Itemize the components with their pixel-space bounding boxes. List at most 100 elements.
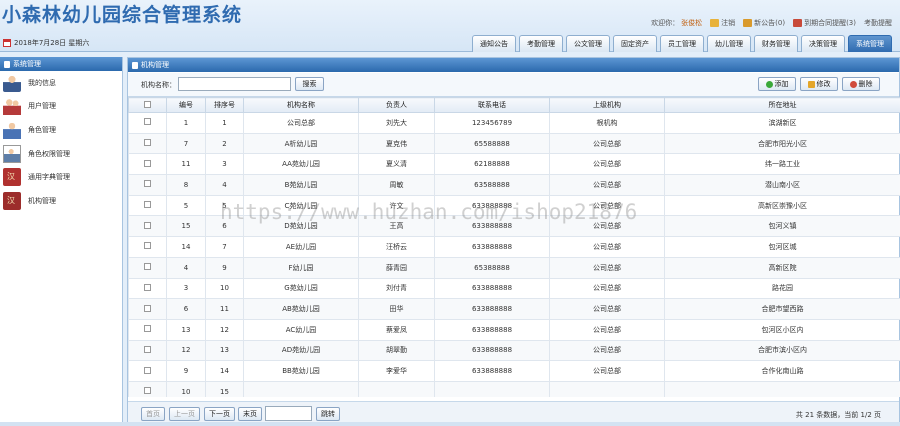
sidebar-item-1[interactable]: 用户管理: [0, 95, 122, 119]
row-select-cell[interactable]: [128, 112, 167, 134]
table-row[interactable]: 13 12 AC幼儿园 蔡爱凤 633888888 公司总部 包河区小区内: [128, 318, 900, 341]
first-page-button[interactable]: 首页: [141, 407, 165, 421]
table-cell: 高新区院: [664, 256, 900, 279]
column-header: 所在地址: [664, 97, 900, 113]
prev-page-button[interactable]: 上一页: [169, 407, 200, 421]
sidebar: 系统管理 我的信息用户管理角色管理角色权限管理通用字典管理机构管理: [0, 57, 123, 426]
sidebar-item-5[interactable]: 机构管理: [0, 189, 122, 213]
attendance-reminder-link[interactable]: 考勤提醒: [864, 18, 892, 28]
table-row[interactable]: 4 9 F幼儿园 薛青园 65388888 公司总部 高新区院: [128, 256, 900, 279]
row-select-cell[interactable]: [128, 256, 167, 279]
table-cell: AC幼儿园: [243, 318, 359, 341]
table-row[interactable]: 7 2 A析幼儿园 夏克伟 65588888 公司总部 合肥市阳光小区: [128, 132, 900, 155]
tab-3[interactable]: 固定资产: [613, 35, 657, 52]
table-row[interactable]: 5 5 C苑幼儿园 许文 633888888 公司总部 高新区崇豫小区: [128, 194, 900, 217]
sidebar-item-3[interactable]: 角色权限管理: [0, 142, 122, 166]
tab-7[interactable]: 决策管理: [801, 35, 845, 52]
row-select-cell[interactable]: [128, 318, 167, 341]
table-cell: 公司总部: [549, 194, 665, 217]
table-row[interactable]: 8 4 B苑幼儿园 周敏 63588888 公司总部 潜山南小区: [128, 174, 900, 196]
row-checkbox[interactable]: [144, 139, 151, 147]
row-checkbox[interactable]: [144, 201, 151, 209]
edit-icon: [807, 80, 815, 88]
tab-8[interactable]: 系统管理: [848, 35, 892, 52]
last-page-button[interactable]: 末页: [238, 407, 262, 421]
table-cell: 6: [205, 215, 244, 238]
sidebar-item-label: 我的信息: [28, 78, 56, 87]
row-select-cell[interactable]: [128, 339, 167, 362]
row-select-cell[interactable]: [128, 194, 167, 217]
tab-5[interactable]: 幼儿管理: [707, 35, 751, 52]
table-cell: 胡翠勤: [358, 339, 435, 362]
row-select-cell[interactable]: [128, 153, 167, 176]
notice-link[interactable]: 新公告(0): [743, 18, 785, 28]
column-header: 联系电话: [434, 97, 550, 113]
row-checkbox[interactable]: [144, 118, 151, 126]
table-row[interactable]: 15 6 D苑幼儿园 王高 633888888 公司总部 包河义镇: [128, 215, 900, 238]
search-button[interactable]: 搜索: [295, 77, 324, 91]
table-cell: 65588888: [434, 132, 550, 155]
tab-6[interactable]: 财务管理: [754, 35, 798, 52]
table-row[interactable]: 10 15: [128, 380, 900, 397]
table-header-row: 编号 排序号 机构名称 负责人 联系电话 上级机构 所在地址: [128, 97, 900, 113]
row-checkbox[interactable]: [144, 304, 151, 312]
row-checkbox[interactable]: [144, 325, 151, 333]
row-checkbox[interactable]: [144, 221, 151, 229]
next-page-button[interactable]: 下一页: [204, 407, 235, 421]
row-select-cell[interactable]: [128, 360, 167, 382]
table-cell: 2: [205, 132, 244, 155]
row-select-cell[interactable]: [128, 215, 167, 238]
row-select-cell[interactable]: [128, 236, 167, 258]
jump-button[interactable]: 跳转: [316, 407, 340, 421]
sidebar-item-4[interactable]: 通用字典管理: [0, 165, 122, 189]
tab-4[interactable]: 员工管理: [660, 35, 704, 52]
add-button[interactable]: 添加: [758, 77, 796, 91]
row-select-cell[interactable]: [128, 132, 167, 155]
tab-2[interactable]: 公文管理: [566, 35, 610, 52]
table-cell: 许文: [358, 194, 435, 217]
row-checkbox[interactable]: [144, 345, 151, 353]
user-bar: 欢迎你： 张俊松 注销 新公告(0) 到期合同提醒(3) 考勤提醒: [651, 18, 892, 28]
table-row[interactable]: 6 11 AB苑幼儿园 田华 633888888 公司总部 合肥市望西路: [128, 298, 900, 320]
table-row[interactable]: 11 3 AA苑幼儿园 夏义清 62188888 公司总部 纬一路工业: [128, 153, 900, 176]
sidebar-item-2[interactable]: 角色管理: [0, 118, 122, 142]
tab-1[interactable]: 考勤管理: [519, 35, 563, 52]
header: 小森林幼儿园综合管理系统 2018年7月28日 星期六 欢迎你： 张俊松 注销 …: [0, 0, 900, 52]
row-select-cell[interactable]: [128, 174, 167, 196]
tab-0[interactable]: 通知公告: [472, 35, 516, 52]
table-cell: 13: [166, 318, 206, 341]
row-checkbox[interactable]: [144, 242, 151, 250]
delete-button[interactable]: 删除: [842, 77, 880, 91]
row-checkbox[interactable]: [144, 263, 151, 271]
sidebar-item-0[interactable]: 我的信息: [0, 71, 122, 95]
row-checkbox[interactable]: [144, 180, 151, 188]
search-input[interactable]: [178, 77, 291, 91]
table-cell: 4: [166, 256, 206, 279]
row-checkbox[interactable]: [144, 283, 151, 291]
column-header: 上级机构: [549, 97, 665, 113]
row-checkbox[interactable]: [144, 387, 151, 395]
table-cell: F幼儿园: [243, 256, 359, 279]
table-row[interactable]: 14 7 AE幼儿园 汪桥云 633888888 公司总部 包河区城: [128, 236, 900, 258]
row-checkbox[interactable]: [144, 366, 151, 374]
row-select-cell[interactable]: [128, 380, 167, 397]
table-cell: 14: [205, 360, 244, 382]
logout-link[interactable]: 注销: [710, 18, 735, 28]
permission-icon: [3, 144, 21, 163]
select-all-checkbox[interactable]: [144, 100, 151, 108]
table-cell: 6: [166, 298, 206, 320]
table-row[interactable]: 9 14 BB苑幼儿园 李爱华 633888888 公司总部 合作化南山路: [128, 360, 900, 382]
table-row[interactable]: 3 10 G苑幼儿园 刘付青 633888888 公司总部 路花园: [128, 277, 900, 300]
select-all-cell[interactable]: [128, 97, 167, 113]
edit-button[interactable]: 修改: [800, 77, 838, 91]
row-select-cell[interactable]: [128, 277, 167, 300]
date-display: 2018年7月28日 星期六: [3, 38, 89, 48]
table-cell: 路花园: [664, 277, 900, 300]
page-number-input[interactable]: [265, 406, 312, 421]
table-row[interactable]: 12 13 AD苑幼儿园 胡翠勤 633888888 公司总部 合肥市滨小区内: [128, 339, 900, 362]
table-row[interactable]: 1 1 公司总部 刘先大 123456789 根机构 滨湖新区: [128, 112, 900, 134]
table-cell: 5: [166, 194, 206, 217]
row-checkbox[interactable]: [144, 159, 151, 167]
row-select-cell[interactable]: [128, 298, 167, 320]
contract-reminder-link[interactable]: 到期合同提醒(3): [793, 18, 856, 28]
